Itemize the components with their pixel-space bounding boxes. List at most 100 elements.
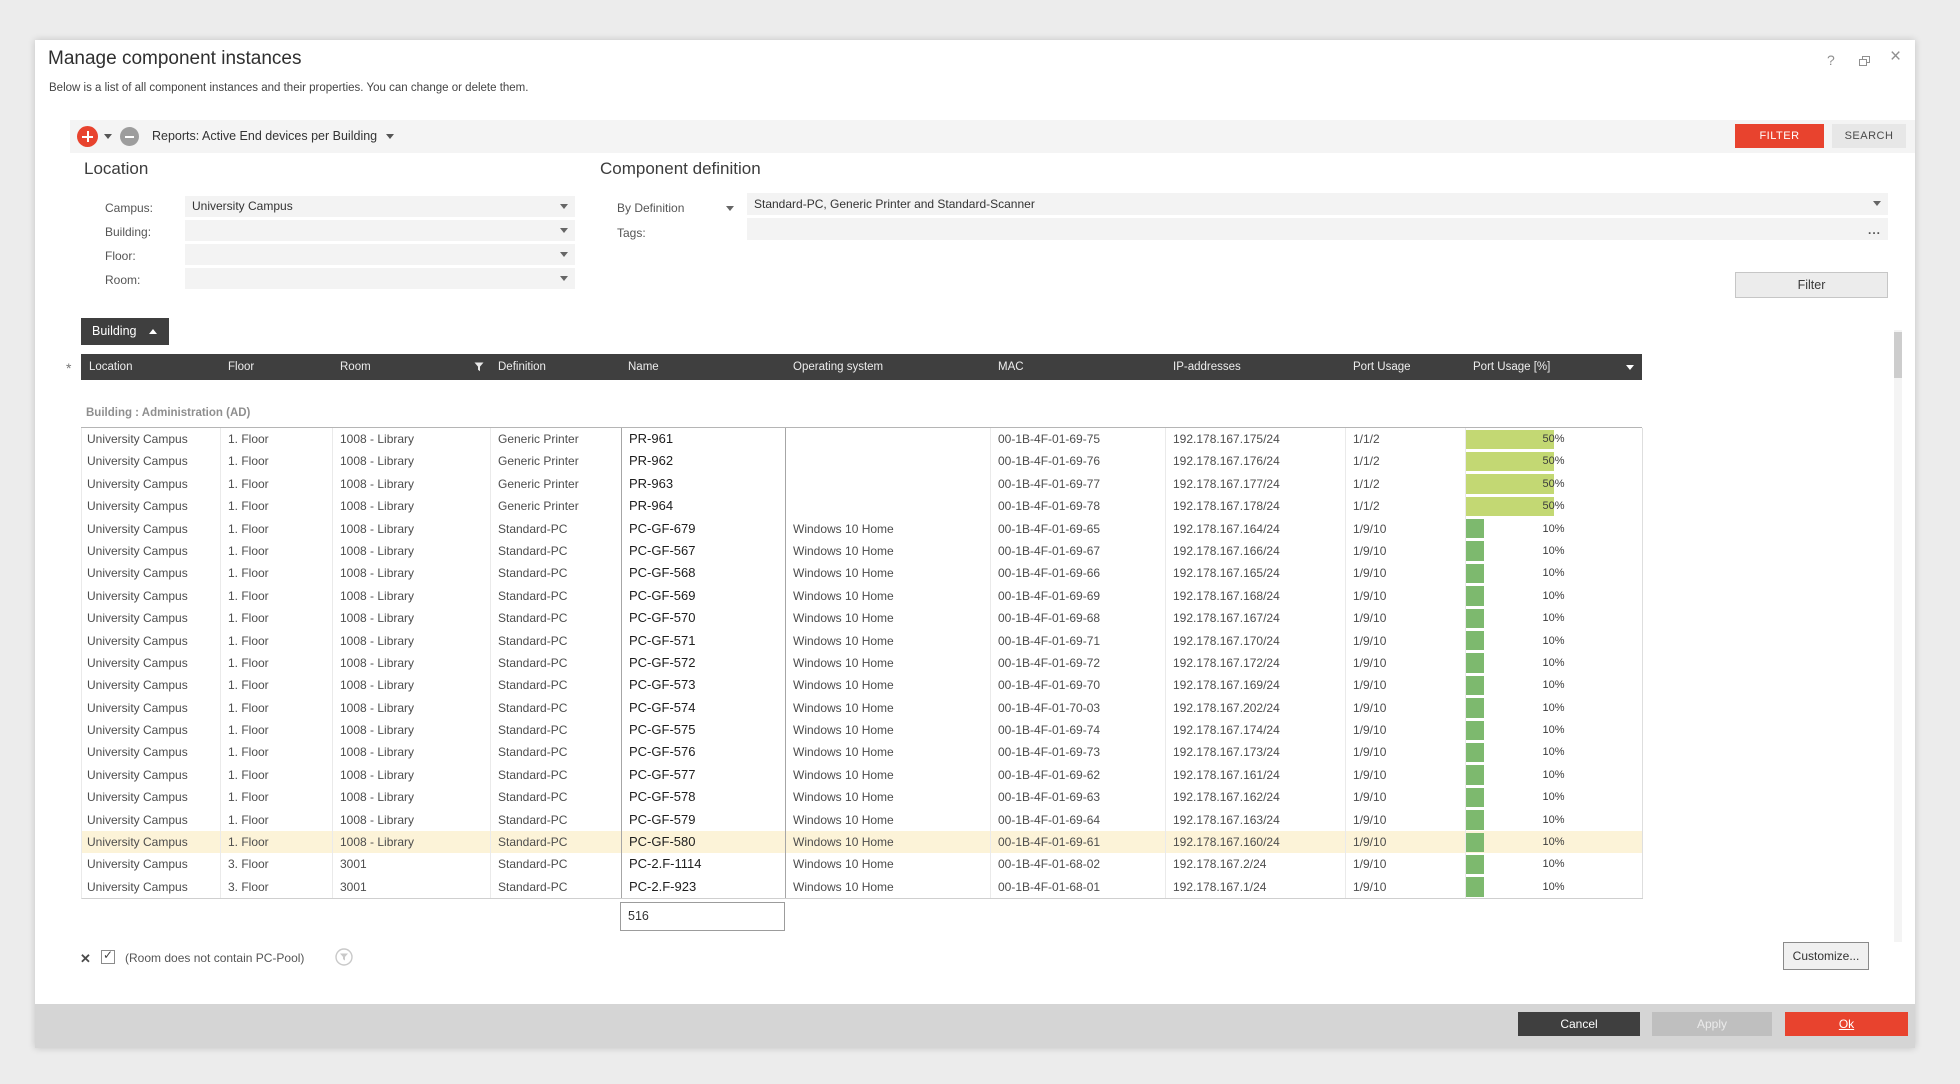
funnel-circle-icon[interactable] bbox=[335, 948, 353, 966]
reports-selector[interactable]: Reports: Active End devices per Building bbox=[152, 129, 394, 143]
vertical-scrollbar[interactable] bbox=[1894, 330, 1902, 942]
filter-apply-button[interactable]: Filter bbox=[1735, 272, 1888, 298]
cancel-button[interactable]: Cancel bbox=[1518, 1012, 1640, 1036]
cell-floor: 1. Floor bbox=[221, 697, 333, 719]
add-dropdown-caret-icon[interactable] bbox=[104, 134, 112, 139]
column-header-definition[interactable]: Definition bbox=[490, 354, 620, 380]
cell-os: Windows 10 Home bbox=[786, 853, 991, 875]
restore-window-icon[interactable] bbox=[1859, 56, 1871, 67]
cell-port: 1/9/10 bbox=[1346, 630, 1466, 652]
table-row[interactable]: University Campus1. Floor1008 - LibraryS… bbox=[82, 652, 1643, 674]
floor-dropdown[interactable] bbox=[185, 244, 575, 265]
pin-icon[interactable]: * bbox=[66, 360, 71, 376]
column-header-port[interactable]: Port Usage bbox=[1345, 354, 1465, 380]
name-count-field[interactable]: 516 bbox=[620, 902, 785, 931]
cell-room: 1008 - Library bbox=[333, 540, 491, 562]
cell-ip: 192.178.167.173/24 bbox=[1166, 741, 1346, 763]
table-row[interactable]: University Campus1. Floor1008 - LibraryS… bbox=[82, 540, 1643, 562]
cell-name: PC-GF-579 bbox=[621, 809, 786, 831]
port-usage-percent-label: 10% bbox=[1466, 853, 1565, 875]
table-row[interactable]: University Campus1. Floor1008 - LibraryS… bbox=[82, 585, 1643, 607]
cell-ip: 192.178.167.170/24 bbox=[1166, 630, 1346, 652]
table-row[interactable]: University Campus1. Floor1008 - LibraryS… bbox=[82, 697, 1643, 719]
cell-name: PC-GF-570 bbox=[621, 607, 786, 629]
table-row[interactable]: University Campus1. Floor1008 - LibraryG… bbox=[82, 428, 1643, 450]
by-definition-caret-icon[interactable] bbox=[726, 206, 734, 211]
cell-os bbox=[786, 428, 991, 450]
pc-pool-filter-label: (Room does not contain PC-Pool) bbox=[125, 951, 304, 965]
table-row[interactable]: University Campus1. Floor1008 - LibraryS… bbox=[82, 562, 1643, 584]
table-row[interactable]: University Campus1. Floor1008 - LibraryG… bbox=[82, 495, 1643, 517]
column-header-ip[interactable]: IP-addresses bbox=[1165, 354, 1345, 380]
cell-port: 1/9/10 bbox=[1346, 719, 1466, 741]
cell-definition: Generic Printer bbox=[491, 450, 621, 472]
ok-button[interactable]: Ok bbox=[1785, 1012, 1908, 1036]
cell-os: Windows 10 Home bbox=[786, 562, 991, 584]
building-label: Building: bbox=[105, 225, 151, 239]
table-row[interactable]: University Campus1. Floor1008 - LibraryS… bbox=[82, 518, 1643, 540]
by-definition-selector[interactable]: By Definition bbox=[617, 201, 684, 215]
cell-floor: 1. Floor bbox=[221, 674, 333, 696]
checkbox-check-icon: ✓ bbox=[103, 948, 113, 962]
column-dropdown-icon[interactable] bbox=[1626, 365, 1634, 370]
table-row[interactable]: University Campus1. Floor1008 - LibraryS… bbox=[82, 786, 1643, 808]
cell-name: PC-GF-576 bbox=[621, 741, 786, 763]
cell-floor: 1. Floor bbox=[221, 473, 333, 495]
filter-tab-button[interactable]: FILTER bbox=[1735, 124, 1824, 148]
cell-definition: Standard-PC bbox=[491, 540, 621, 562]
search-tab-button[interactable]: SEARCH bbox=[1832, 124, 1906, 148]
scrollbar-thumb[interactable] bbox=[1894, 332, 1902, 378]
cell-port: 1/9/10 bbox=[1346, 518, 1466, 540]
by-definition-dropdown[interactable]: Standard-PC, Generic Printer and Standar… bbox=[747, 193, 1888, 215]
campus-dropdown[interactable]: University Campus bbox=[185, 196, 575, 217]
table-row[interactable]: University Campus1. Floor1008 - LibraryS… bbox=[82, 719, 1643, 741]
table-row[interactable]: University Campus3. Floor3001Standard-PC… bbox=[82, 876, 1643, 898]
column-header-pct[interactable]: Port Usage [%] bbox=[1465, 354, 1642, 380]
customize-button[interactable]: Customize... bbox=[1783, 942, 1869, 970]
cell-room: 1008 - Library bbox=[333, 719, 491, 741]
table-row[interactable]: University Campus1. Floor1008 - LibraryG… bbox=[82, 450, 1643, 472]
cell-floor: 1. Floor bbox=[221, 428, 333, 450]
cell-port: 1/9/10 bbox=[1346, 853, 1466, 875]
table-row[interactable]: University Campus1. Floor1008 - LibraryG… bbox=[82, 473, 1643, 495]
table-row[interactable]: University Campus3. Floor3001Standard-PC… bbox=[82, 853, 1643, 875]
column-header-floor[interactable]: Floor bbox=[220, 354, 332, 380]
table-row[interactable]: University Campus1. Floor1008 - LibraryS… bbox=[82, 831, 1643, 853]
cell-room: 1008 - Library bbox=[333, 428, 491, 450]
cell-os: Windows 10 Home bbox=[786, 518, 991, 540]
column-header-room[interactable]: Room bbox=[332, 354, 490, 380]
table-row[interactable]: University Campus1. Floor1008 - LibraryS… bbox=[82, 607, 1643, 629]
table-row[interactable]: University Campus1. Floor1008 - LibraryS… bbox=[82, 764, 1643, 786]
cell-floor: 3. Floor bbox=[221, 876, 333, 898]
table-row[interactable]: University Campus1. Floor1008 - LibraryS… bbox=[82, 630, 1643, 652]
pc-pool-checkbox[interactable]: ✓ bbox=[101, 950, 115, 964]
grouping-chip-building[interactable]: Building bbox=[81, 318, 169, 345]
tags-field[interactable]: ... bbox=[747, 218, 1888, 240]
room-dropdown[interactable] bbox=[185, 268, 575, 289]
cell-name: PC-GF-577 bbox=[621, 764, 786, 786]
building-dropdown[interactable] bbox=[185, 220, 575, 241]
table-row[interactable]: University Campus1. Floor1008 - LibraryS… bbox=[82, 741, 1643, 763]
ellipsis-button[interactable]: ... bbox=[1868, 219, 1881, 240]
table-row[interactable]: University Campus1. Floor1008 - LibraryS… bbox=[82, 674, 1643, 696]
cell-location: University Campus bbox=[82, 562, 221, 584]
port-usage-percent-label: 10% bbox=[1466, 652, 1565, 674]
column-header-name[interactable]: Name bbox=[620, 354, 785, 380]
column-header-location[interactable]: Location bbox=[81, 354, 220, 380]
add-button[interactable] bbox=[77, 126, 98, 147]
remove-filter-icon[interactable]: ✕ bbox=[80, 951, 91, 967]
close-icon[interactable]: × bbox=[1890, 46, 1901, 68]
cell-pct: 50% bbox=[1466, 428, 1643, 450]
remove-button[interactable] bbox=[120, 127, 139, 146]
port-usage-percent-label: 10% bbox=[1466, 585, 1565, 607]
footer-bar: Cancel Apply Ok bbox=[35, 1004, 1915, 1048]
cell-location: University Campus bbox=[82, 876, 221, 898]
column-header-mac[interactable]: MAC bbox=[990, 354, 1165, 380]
cell-mac: 00-1B-4F-01-68-02 bbox=[991, 853, 1166, 875]
help-icon[interactable]: ? bbox=[1827, 52, 1835, 68]
apply-button[interactable]: Apply bbox=[1652, 1012, 1772, 1036]
cell-ip: 192.178.167.1/24 bbox=[1166, 876, 1346, 898]
table-row[interactable]: University Campus1. Floor1008 - LibraryS… bbox=[82, 809, 1643, 831]
cell-room: 3001 bbox=[333, 876, 491, 898]
column-header-os[interactable]: Operating system bbox=[785, 354, 990, 380]
